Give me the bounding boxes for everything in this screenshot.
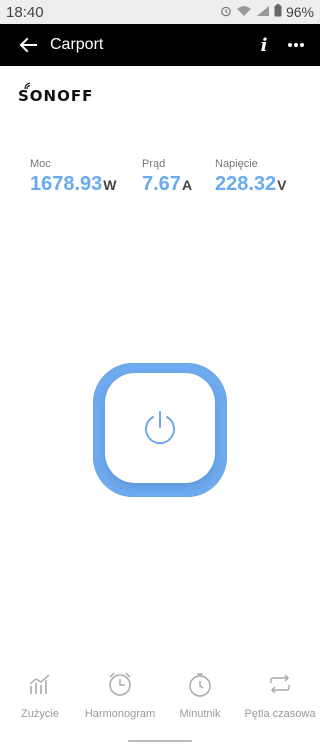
battery-percentage: 96% (285, 4, 314, 20)
status-time: 18:40 (6, 3, 44, 21)
alarm-clock-icon (109, 672, 131, 696)
home-indicator[interactable] (128, 740, 192, 742)
page-title: Carport (50, 36, 104, 53)
brand-logo: SONOFF (18, 82, 93, 105)
alarm-icon (220, 5, 232, 20)
more-icon (288, 43, 304, 47)
loop-icon (270, 674, 290, 694)
metric-unit: V (277, 177, 287, 193)
timer-icon (189, 673, 211, 697)
metric-value: 1678.93 (30, 173, 103, 195)
nav-item-timer[interactable]: Minutnik (160, 668, 240, 720)
bottom-nav: Zużycie Harmonogram Minutnik Pętla czaso… (0, 668, 320, 730)
wifi-signal-icon (24, 82, 31, 90)
metric-value: 7.67 (142, 173, 181, 195)
status-icons: 96% (220, 4, 314, 20)
metric-unit: W (103, 177, 117, 193)
back-button[interactable] (8, 24, 48, 66)
app-bar: Carport i (0, 24, 320, 66)
metric-label: Prąd (142, 158, 166, 170)
back-arrow-icon (19, 37, 37, 53)
nav-item-usage[interactable]: Zużycie (0, 668, 80, 720)
battery-icon (274, 4, 282, 20)
power-icon (145, 411, 175, 445)
metric-current: Prąd 7.67A (142, 158, 192, 196)
info-button[interactable]: i (252, 24, 276, 66)
wifi-icon (236, 5, 252, 20)
nav-item-schedule[interactable]: Harmonogram (80, 668, 160, 720)
signal-icon (256, 5, 270, 20)
nav-label: Harmonogram (84, 708, 156, 720)
nav-label: Minutnik (179, 708, 221, 720)
metrics-row: Moc 1678.93W Prąd 7.67A Napięcie 228.32V (0, 158, 320, 198)
nav-item-loop[interactable]: Pętla czasowa (240, 668, 320, 720)
power-toggle-button[interactable] (93, 363, 227, 497)
nav-label: Pętla czasowa (244, 708, 316, 720)
metric-power: Moc 1678.93W (30, 158, 117, 196)
metric-label: Napięcie (215, 158, 258, 170)
nav-label: Zużycie (21, 708, 59, 720)
metric-unit: A (181, 177, 193, 193)
power-button-face[interactable] (105, 373, 215, 483)
metric-value: 228.32 (215, 173, 277, 195)
metric-voltage: Napięcie 228.32V (215, 158, 287, 196)
metric-label: Moc (30, 158, 51, 170)
bar-chart-icon (29, 674, 50, 694)
more-button[interactable] (276, 24, 316, 66)
info-icon: i (260, 34, 268, 56)
status-bar: 18:40 96% (0, 0, 320, 24)
